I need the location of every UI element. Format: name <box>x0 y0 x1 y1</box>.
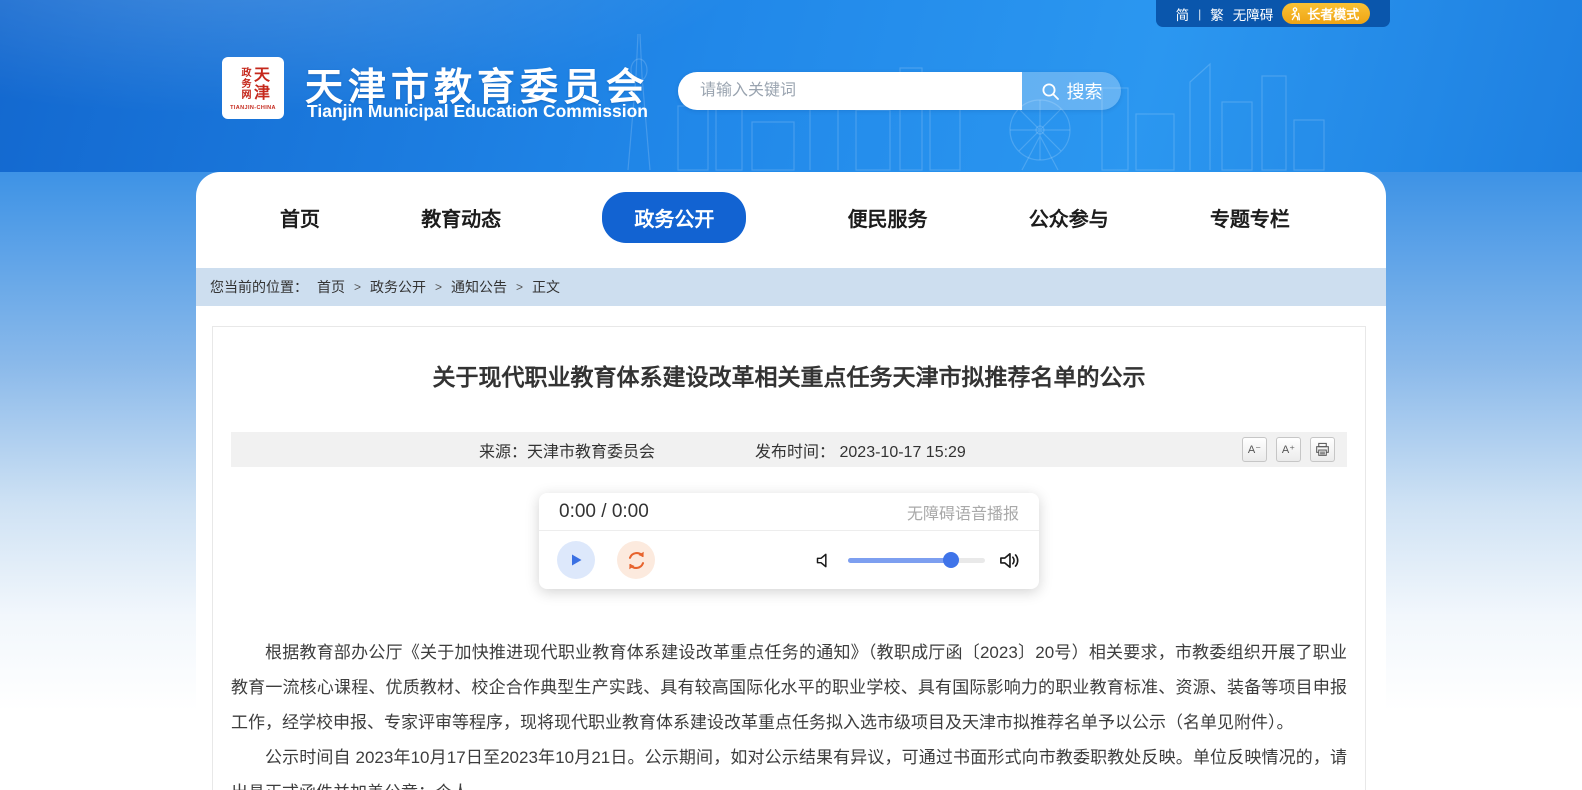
seal-emblem: 政务网 天津 <box>239 66 267 102</box>
seal-caption: TIANJIN-CHINA <box>230 105 276 111</box>
audio-player-header: 0:00 / 0:00 无障碍语音播报 <box>539 493 1039 531</box>
breadcrumb-government-affairs[interactable]: 政务公开 <box>370 277 426 297</box>
elder-mode-button[interactable]: 长者模式 <box>1282 3 1370 24</box>
nav-item-government-affairs[interactable]: 政务公开 <box>602 192 746 243</box>
replay-button[interactable] <box>617 541 655 579</box>
print-icon <box>1315 442 1330 457</box>
audio-player: 0:00 / 0:00 无障碍语音播报 <box>539 493 1039 589</box>
breadcrumb-home[interactable]: 首页 <box>317 277 345 297</box>
elder-person-icon <box>1289 7 1302 21</box>
site-title-english: Tianjin Municipal Education Commission <box>307 101 648 122</box>
audio-player-controls <box>539 531 1039 589</box>
volume-low-icon[interactable] <box>814 550 835 571</box>
font-decrease-button[interactable]: A⁻ <box>1242 437 1267 462</box>
breadcrumb-separator: > <box>516 280 523 294</box>
breadcrumb-current: 正文 <box>532 277 560 297</box>
seal-left-text: 政务网 <box>239 67 249 100</box>
breadcrumb-separator: > <box>435 280 442 294</box>
topbar-divider: | <box>1198 7 1201 21</box>
play-button[interactable] <box>557 541 595 579</box>
breadcrumb: 您当前的位置： 首页 > 政务公开 > 通知公告 > 正文 <box>196 268 1386 306</box>
main-navigation: 首页 教育动态 政务公开 便民服务 公众参与 专题专栏 <box>196 172 1386 262</box>
volume-slider[interactable] <box>848 558 985 563</box>
breadcrumb-label: 您当前的位置： <box>210 277 308 297</box>
nav-item-public-services[interactable]: 便民服务 <box>848 192 928 243</box>
replay-icon <box>626 550 647 571</box>
print-button[interactable] <box>1310 437 1335 462</box>
font-increase-button[interactable]: A⁺ <box>1276 437 1301 462</box>
breadcrumb-notices[interactable]: 通知公告 <box>451 277 507 297</box>
site-logo[interactable]: 政务网 天津 TIANJIN-CHINA <box>222 57 284 119</box>
search-icon <box>1041 82 1060 101</box>
article-card: 关于现代职业教育体系建设改革相关重点任务天津市拟推荐名单的公示 来源：天津市教育… <box>212 326 1366 790</box>
accessibility-link[interactable]: 无障碍 <box>1233 4 1274 24</box>
seal-right-text: 天津 <box>251 66 267 102</box>
search-bar: 搜索 <box>678 72 1121 110</box>
article-source: 来源：天津市教育委员会 <box>479 438 655 462</box>
article-body: 根据教育部办公厅《关于加快推进现代职业教育体系建设改革重点任务的通知》（教职成厅… <box>231 635 1347 790</box>
lang-traditional-link[interactable]: 繁 <box>1210 4 1224 24</box>
search-button[interactable]: 搜索 <box>1022 72 1121 110</box>
volume-slider-fill <box>848 558 951 563</box>
topbar: 简 | 繁 无障碍 长者模式 <box>1156 0 1390 27</box>
article-paragraph: 根据教育部办公厅《关于加快推进现代职业教育体系建设改革重点任务的通知》（教职成厅… <box>231 635 1347 740</box>
nav-item-public-participation[interactable]: 公众参与 <box>1029 192 1109 243</box>
article-tools: A⁻ A⁺ <box>1242 437 1335 462</box>
content-column: 首页 教育动态 政务公开 便民服务 公众参与 专题专栏 您当前的位置： 首页 >… <box>196 172 1386 790</box>
page: 简 | 繁 无障碍 长者模式 政务网 天津 TIANJIN-CHINA 天津市教… <box>0 0 1582 790</box>
volume-high-icon[interactable] <box>998 549 1021 572</box>
audio-player-label: 无障碍语音播报 <box>907 500 1019 524</box>
article-meta-bar: 来源：天津市教育委员会 发布时间： 2023-10-17 15:29 A⁻ A⁺ <box>231 432 1347 467</box>
elder-mode-label: 长者模式 <box>1307 4 1359 23</box>
play-icon <box>568 552 584 568</box>
article-publish-time: 发布时间： 2023-10-17 15:29 <box>755 438 966 462</box>
nav-item-education-news[interactable]: 教育动态 <box>421 192 501 243</box>
breadcrumb-separator: > <box>354 280 361 294</box>
article-title: 关于现代职业教育体系建设改革相关重点任务天津市拟推荐名单的公示 <box>213 358 1365 392</box>
search-input[interactable] <box>678 72 1022 110</box>
nav-item-home[interactable]: 首页 <box>280 192 320 243</box>
search-button-label: 搜索 <box>1067 78 1103 104</box>
volume-zone <box>814 549 1021 572</box>
article-paragraph: 公示时间自 2023年10月17日至2023年10月21日。公示期间，如对公示结… <box>231 740 1347 790</box>
volume-slider-thumb[interactable] <box>943 552 959 568</box>
lang-simplified-link[interactable]: 简 <box>1176 4 1190 24</box>
audio-time: 0:00 / 0:00 <box>559 501 649 523</box>
nav-item-special-topics[interactable]: 专题专栏 <box>1210 192 1290 243</box>
